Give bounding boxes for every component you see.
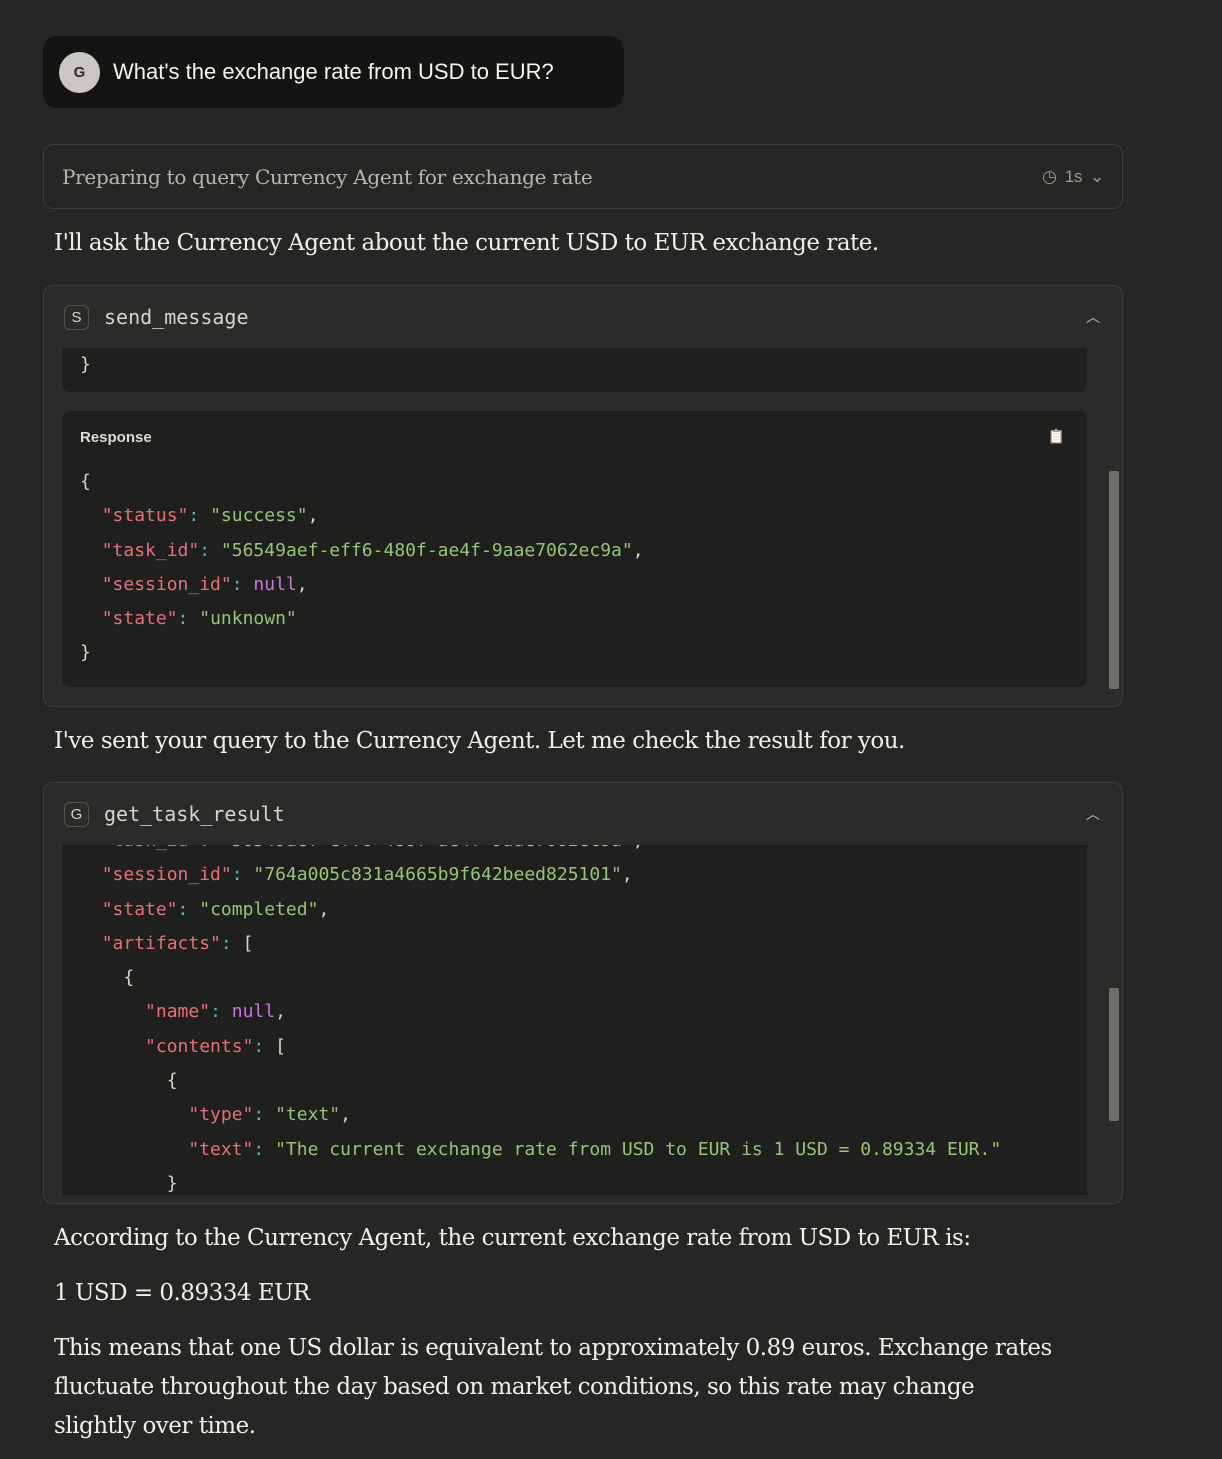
thinking-text: Preparing to query Currency Agent for ex…: [62, 164, 593, 189]
clock-icon: ◷: [1042, 166, 1057, 186]
tool-header[interactable]: G get_task_result ︿: [44, 783, 1122, 845]
thinking-duration: 1s: [1064, 166, 1083, 186]
tool-get-task-result: G get_task_result ︿ "task_id": "56549aef…: [43, 782, 1123, 1204]
status-value: "success": [210, 505, 308, 527]
result-text-value: "The current exchange rate from USD to E…: [275, 1138, 1002, 1160]
user-message-text: What's the exchange rate from USD to EUR…: [113, 59, 554, 84]
user-message: G What's the exchange rate from USD to E…: [43, 36, 624, 108]
scrollbar[interactable]: [1109, 988, 1119, 1121]
assistant-paragraph: I've sent your query to the Currency Age…: [54, 728, 905, 754]
state-value: "unknown": [199, 608, 297, 630]
chevron-up-icon[interactable]: ︿: [1086, 307, 1100, 327]
assistant-paragraph: I'll ask the Currency Agent about the cu…: [54, 230, 879, 256]
tool-name: get_task_result: [104, 802, 285, 826]
assistant-paragraph: This means that one US dollar is equival…: [54, 1335, 1052, 1439]
chevron-down-icon[interactable]: ⌄: [1090, 167, 1104, 187]
task-id-value: "56549aef-eff6-480f-ae4f-9aae7062ec9a": [220, 539, 633, 561]
chevron-up-icon[interactable]: ︿: [1086, 804, 1100, 824]
scrollbar[interactable]: [1109, 471, 1119, 689]
response-block: Response 📋 { "status": "success", "task_…: [62, 411, 1087, 687]
state-value: "completed": [199, 898, 319, 920]
assistant-paragraph: According to the Currency Agent, the cur…: [54, 1225, 971, 1251]
tool-name: send_message: [104, 305, 249, 329]
tool-badge: S: [64, 304, 89, 330]
response-label: Response: [80, 429, 152, 446]
tool-badge: G: [64, 801, 89, 827]
copy-icon[interactable]: 📋: [1048, 429, 1065, 445]
request-code: }: [62, 348, 1087, 392]
exchange-rate-result: 1 USD = 0.89334 EUR: [54, 1280, 310, 1306]
session-id-value: "764a005c831a4665b9f642beed825101": [253, 864, 622, 886]
avatar: G: [59, 51, 100, 93]
tool-send-message: S send_message ︿ } Response 📋 { "status"…: [43, 285, 1123, 707]
thinking-summary[interactable]: Preparing to query Currency Agent for ex…: [43, 144, 1123, 209]
tool-header[interactable]: S send_message ︿: [44, 286, 1122, 348]
result-code: "task_id": "56549aef-eff6-480f-ae4f-9aae…: [62, 845, 1087, 1195]
